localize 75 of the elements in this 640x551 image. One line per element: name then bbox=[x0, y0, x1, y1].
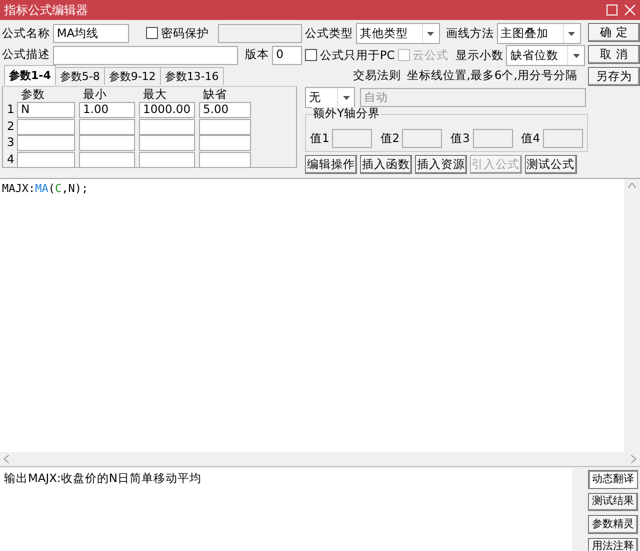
row-number: 4 bbox=[7, 152, 13, 167]
group-title: 额外Y轴分界 bbox=[312, 107, 382, 121]
side-tab[interactable]: 用法注释 bbox=[588, 538, 638, 551]
table-cell[interactable] bbox=[79, 135, 135, 152]
name-field[interactable]: MA均线 bbox=[52, 24, 130, 43]
table-cell[interactable] bbox=[17, 118, 75, 135]
tool-button[interactable]: 编辑操作 bbox=[305, 155, 357, 174]
row-number: 1 bbox=[7, 103, 13, 118]
trade-rule-dropdown[interactable]: 无 bbox=[305, 87, 355, 108]
dialog-button[interactable]: 确 定 bbox=[588, 23, 640, 42]
caret-icon bbox=[427, 32, 434, 36]
field-label: 公式名称 bbox=[2, 26, 50, 40]
column-header: 最大 bbox=[142, 88, 168, 102]
close-icon[interactable] bbox=[624, 4, 636, 16]
horizontal-scrollbar[interactable] bbox=[0, 452, 640, 467]
version-field[interactable]: 0 bbox=[272, 46, 302, 64]
checkbox-label: 公式只用于PC bbox=[320, 48, 395, 62]
tab[interactable]: 参数1-4 bbox=[4, 65, 56, 85]
password-field[interactable] bbox=[218, 24, 302, 43]
field-label: 值3 bbox=[450, 132, 470, 146]
table-cell[interactable] bbox=[199, 135, 251, 152]
maximize-icon[interactable] bbox=[606, 4, 618, 16]
field-label: 公式描述 bbox=[2, 48, 50, 62]
field-label: 画线方法 bbox=[446, 26, 494, 40]
table-cell[interactable]: 1.00 bbox=[79, 102, 135, 118]
type-dropdown[interactable]: 其他类型 bbox=[356, 23, 440, 44]
table-cell[interactable] bbox=[17, 135, 75, 152]
checkbox[interactable] bbox=[146, 27, 158, 40]
column-header: 参数 bbox=[20, 88, 46, 102]
window-title: 指标公式编辑器 bbox=[4, 2, 89, 18]
caret-icon bbox=[568, 32, 576, 36]
field-label: 交易法则 bbox=[353, 69, 401, 83]
table-cell[interactable]: 5.00 bbox=[199, 102, 251, 118]
field-label: 显示小数 bbox=[455, 48, 504, 62]
decimals-dropdown[interactable]: 缺省位数 bbox=[506, 45, 585, 66]
column-header: 缺省 bbox=[202, 88, 228, 102]
checkbox-label: 密码保护 bbox=[161, 26, 210, 40]
table-cell[interactable]: N bbox=[17, 102, 75, 118]
draw-method-dropdown[interactable]: 主图叠加 bbox=[496, 23, 581, 44]
side-tab[interactable]: 参数精灵 bbox=[588, 515, 638, 534]
tool-button[interactable]: 测试公式 bbox=[524, 155, 576, 174]
table-cell[interactable] bbox=[79, 152, 135, 168]
side-tab[interactable]: 动态翻译 bbox=[588, 470, 638, 488]
field-label: 版本 bbox=[245, 48, 270, 62]
table-cell[interactable] bbox=[139, 135, 195, 152]
checkbox-label: 云公式 bbox=[412, 48, 449, 62]
tab[interactable]: 参数13-16 bbox=[160, 67, 224, 85]
field-label: 坐标线位置,最多6个,用分号分隔 bbox=[406, 69, 578, 83]
field-label: 值2 bbox=[380, 132, 400, 146]
table-cell[interactable]: 1000.00 bbox=[139, 102, 195, 118]
field-label: 值4 bbox=[520, 132, 540, 146]
table-cell[interactable] bbox=[139, 118, 195, 135]
field-label: 公式类型 bbox=[305, 26, 353, 40]
table-cell[interactable] bbox=[17, 152, 75, 168]
tool-button[interactable]: 插入资源 bbox=[414, 155, 467, 174]
dialog-button[interactable]: 另存为 bbox=[588, 67, 640, 86]
field-label: 值1 bbox=[310, 132, 330, 146]
tab[interactable]: 参数5-8 bbox=[54, 67, 105, 85]
row-number: 3 bbox=[7, 136, 13, 150]
tab[interactable]: 参数9-12 bbox=[104, 67, 161, 85]
caret-icon bbox=[572, 54, 580, 58]
table-cell[interactable] bbox=[199, 118, 251, 135]
tool-button[interactable]: 插入函数 bbox=[360, 155, 412, 174]
row-number: 2 bbox=[7, 120, 13, 134]
column-header: 最小 bbox=[82, 88, 108, 102]
description-field[interactable] bbox=[52, 46, 238, 64]
caret-icon bbox=[342, 96, 350, 100]
table-cell[interactable] bbox=[79, 118, 135, 135]
checkbox[interactable] bbox=[305, 49, 317, 62]
vertical-scrollbar[interactable] bbox=[624, 179, 640, 452]
side-tab[interactable]: 测试结果 bbox=[588, 492, 638, 511]
table-cell[interactable] bbox=[199, 152, 251, 168]
table-cell[interactable] bbox=[139, 152, 195, 168]
dialog-button[interactable]: 取 消 bbox=[588, 45, 640, 64]
code-line: MAJX:MA(C,N); bbox=[2, 182, 90, 196]
